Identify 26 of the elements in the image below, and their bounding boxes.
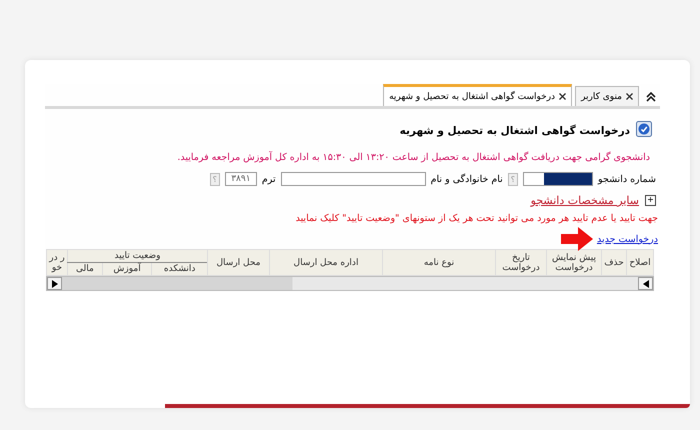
field-label: شماره دانشجو [598, 174, 656, 184]
input-field[interactable] [523, 172, 594, 186]
column-header: اصلاح [626, 250, 654, 276]
pointer-arrow [560, 227, 593, 251]
field-label: نام خانوادگی و نام [430, 174, 503, 184]
expand-button[interactable]: + [645, 195, 656, 206]
left-arrow-icon[interactable] [642, 280, 648, 288]
field-label: ترم [262, 174, 276, 184]
input-field[interactable]: ۳۸۹۱ [224, 172, 257, 186]
column-header: وضعیت تایید [68, 250, 208, 262]
instruction-text: جهت تایید یا عدم تایید هر مورد می توانید تحت هر یک از ستونهای "وضعیت تایید" کلیک نمایید [294, 213, 658, 224]
notice-text: دانشجوی گرامی جهت دریافت گواهی اشتغال به تحصیل از ساعت ۱۳:۲۰ الی ۱۵:۳۰ به اداره کل آموزش مراجعه فرمایید. [176, 152, 650, 163]
column-header: اداره محل ارسال [270, 250, 382, 276]
tab[interactable]: درخواست گواهی اشتغال به تحصیل و شهریه [383, 84, 572, 106]
collapse-icon[interactable] [646, 92, 656, 102]
column-header: نوع نامه [382, 250, 496, 276]
right-arrow-icon[interactable] [52, 280, 58, 288]
section-link[interactable]: سایر مشخصات دانشجو [530, 194, 639, 207]
help-icon[interactable] [636, 121, 652, 140]
close-icon[interactable] [626, 93, 633, 100]
close-icon[interactable] [559, 93, 566, 100]
input-field[interactable] [280, 172, 426, 186]
tab[interactable]: منوی کاربر [575, 86, 639, 106]
horizontal-scrollbar[interactable] [46, 276, 654, 291]
new-request-link[interactable]: درخواست جدید [596, 234, 658, 244]
page-title: درخواست گواهی اشتغال به تحصیل و شهریه [400, 124, 630, 136]
